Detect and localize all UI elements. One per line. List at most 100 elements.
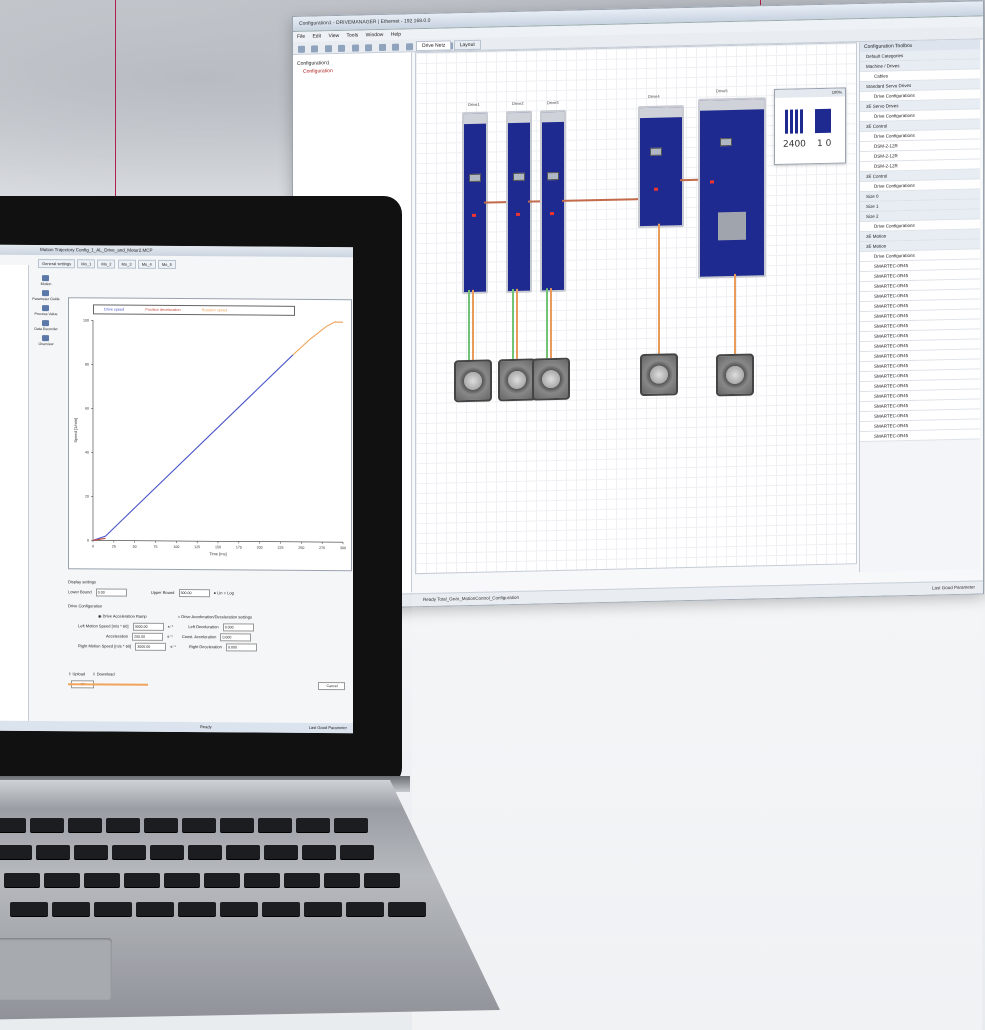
keyboard-key[interactable]	[302, 845, 336, 859]
left-speed-input[interactable]: 3000.00	[132, 622, 164, 631]
const-accel-input[interactable]: 0.000	[220, 633, 252, 642]
keyboard-key[interactable]	[84, 873, 120, 887]
open-icon[interactable]	[311, 45, 319, 53]
servo-drive-5[interactable]	[698, 97, 766, 279]
keyboard-key[interactable]	[324, 873, 360, 887]
sidebar-motion[interactable]: Motion	[30, 275, 62, 286]
menu-help[interactable]: Help	[391, 32, 401, 38]
redo-icon[interactable]	[392, 43, 400, 51]
keyboard-key[interactable]	[296, 818, 330, 832]
tab-general[interactable]: General settings	[38, 259, 76, 269]
zoom-in-icon[interactable]	[405, 43, 413, 51]
menu-tools[interactable]: Tools	[347, 32, 359, 38]
accel-input[interactable]: 200.00	[132, 632, 164, 641]
menu-edit[interactable]: Edit	[312, 33, 321, 39]
upper-bound-input[interactable]: 300.00	[178, 588, 210, 598]
x-tick-label: 175	[236, 545, 242, 549]
keyboard-key[interactable]	[36, 845, 70, 859]
servo-drive-4[interactable]	[638, 105, 684, 229]
keyboard-key[interactable]	[106, 818, 140, 832]
servo-motor-4[interactable]	[640, 353, 678, 397]
new-icon[interactable]	[298, 45, 305, 53]
overview-mini-panel[interactable]: 100% 2400 1 0	[774, 87, 846, 166]
keyboard-key[interactable]	[262, 902, 300, 916]
keyboard-key[interactable]	[334, 818, 368, 832]
keyboard-key[interactable]	[340, 845, 374, 859]
right-speed-input[interactable]: 3000.00	[135, 642, 167, 651]
tab-layout[interactable]: Layout	[453, 39, 481, 51]
keyboard-key[interactable]	[258, 818, 292, 832]
motor-cable	[734, 273, 736, 354]
servo-motor-5[interactable]	[716, 353, 754, 397]
keyboard-key[interactable]	[364, 873, 400, 887]
menu-view[interactable]: View	[328, 33, 339, 39]
keyboard-key[interactable]	[144, 818, 178, 832]
keyboard-key[interactable]	[182, 818, 216, 832]
servo-motor-3[interactable]	[532, 357, 570, 401]
keyboard-key[interactable]	[10, 902, 48, 916]
left-decel-input[interactable]: 0.000	[222, 623, 254, 632]
toolbox-item[interactable]: SMARTEC-0R45	[860, 429, 980, 443]
keyboard-key[interactable]	[0, 845, 32, 859]
x-tick-label: 300	[340, 546, 346, 550]
zoom-level: 100%	[775, 88, 845, 99]
keyboard-key[interactable]	[94, 902, 132, 916]
sidebar-data-recorder[interactable]: Data Recorder	[30, 320, 62, 331]
trajectory-plot-frame[interactable]: Drive speed Position deceleration Rotati…	[68, 297, 352, 572]
tab-mo4[interactable]: Mo_4	[137, 259, 156, 269]
left-decel-label: Left Deceleration	[188, 624, 219, 630]
laptop-trackpad[interactable]	[0, 938, 112, 1000]
configuration-canvas[interactable]: Drive Netz Layout Drive1 Drive2 Drive3 D…	[415, 39, 857, 575]
keyboard-key[interactable]	[264, 845, 298, 859]
lower-bound-input[interactable]: 0.00	[95, 588, 127, 597]
paste-icon[interactable]	[365, 44, 373, 52]
tab-mo1[interactable]: Mo_1	[77, 259, 96, 269]
keyboard-key[interactable]	[220, 818, 254, 832]
keyboard-key[interactable]	[136, 902, 174, 916]
keyboard-key[interactable]	[204, 873, 240, 887]
sidebar-process-value[interactable]: Process Value	[30, 305, 62, 316]
keyboard-key[interactable]	[226, 845, 260, 859]
right-decel-input[interactable]: 0.000	[226, 643, 257, 652]
y-tick-label: 20	[85, 495, 89, 499]
keyboard-key[interactable]	[150, 845, 184, 859]
unit-label: s⁻¹	[167, 623, 174, 629]
keyboard-key[interactable]	[244, 873, 280, 887]
keyboard-key[interactable]	[220, 902, 258, 916]
tab-mo3[interactable]: Mo_3	[117, 259, 136, 269]
keyboard-key[interactable]	[4, 873, 40, 887]
keyboard-key[interactable]	[164, 873, 200, 887]
copy-icon[interactable]	[351, 44, 359, 52]
menu-window[interactable]: Window	[366, 32, 384, 38]
servo-motor-1[interactable]	[454, 359, 492, 403]
x-tick-label: 225	[278, 546, 284, 550]
keyboard-key[interactable]	[112, 845, 146, 859]
cut-icon[interactable]	[338, 44, 346, 52]
keyboard-key[interactable]	[68, 818, 102, 832]
keyboard-key[interactable]	[346, 902, 384, 916]
sidebar-parameter-guide[interactable]: Parameter Guide	[30, 290, 62, 301]
keyboard-key[interactable]	[284, 873, 320, 887]
keyboard-key[interactable]	[44, 873, 80, 887]
keyboard-key[interactable]	[388, 902, 426, 916]
keyboard-key[interactable]	[304, 902, 342, 916]
x-tick-label: 125	[194, 545, 200, 549]
servo-motor-2[interactable]	[498, 358, 536, 402]
keyboard-key[interactable]	[0, 818, 26, 832]
keyboard-key[interactable]	[178, 902, 216, 916]
tree-item-root[interactable]: Configuration1	[297, 58, 407, 67]
keyboard-key[interactable]	[74, 845, 108, 859]
undo-icon[interactable]	[378, 43, 386, 52]
tab-drive-netz[interactable]: Drive Netz	[416, 40, 452, 52]
cancel-button[interactable]: Cancel	[318, 681, 346, 691]
keyboard-key[interactable]	[52, 902, 90, 916]
save-icon[interactable]	[324, 45, 332, 53]
keyboard-key[interactable]	[30, 818, 64, 832]
keyboard-key[interactable]	[188, 845, 222, 859]
tab-mo2[interactable]: Mo_2	[97, 259, 116, 269]
tab-mo5[interactable]: Mo_5	[157, 259, 176, 269]
menu-file[interactable]: File	[297, 34, 305, 40]
keyboard-key[interactable]	[124, 873, 160, 887]
tree-item-config[interactable]: Configuration	[297, 66, 407, 75]
sidebar-overview[interactable]: Overview	[30, 335, 62, 346]
